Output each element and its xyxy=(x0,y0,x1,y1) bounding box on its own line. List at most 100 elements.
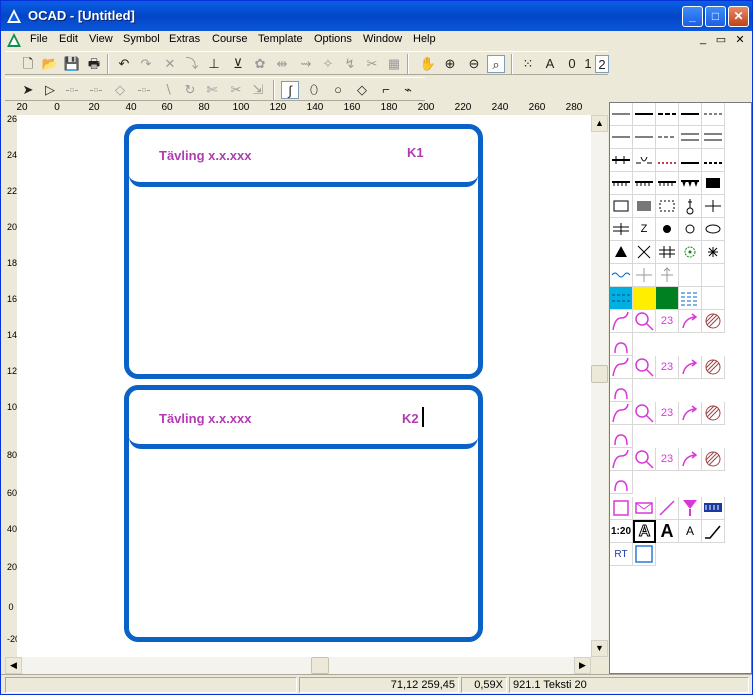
reverse-icon[interactable]: ↯ xyxy=(341,55,359,73)
cut-icon[interactable]: ✂ xyxy=(363,55,381,73)
stretch-icon[interactable]: ✿ xyxy=(251,55,269,73)
straight-mode-icon[interactable]: ⌐ xyxy=(377,81,395,99)
symbol-rectangle-icon[interactable] xyxy=(610,195,633,218)
symbol-z-icon[interactable]: Z xyxy=(633,218,656,241)
symbol-envelope-icon[interactable] xyxy=(633,497,656,520)
zoom-box-icon[interactable]: ⌕ xyxy=(487,55,505,73)
symbol-arrow-up-icon[interactable] xyxy=(656,264,679,287)
zoom-out-icon[interactable]: ⊖ xyxy=(465,55,483,73)
dash-point-icon[interactable]: ◇ xyxy=(111,81,129,99)
mdi-restore-button[interactable]: ▭ xyxy=(713,33,729,47)
delete-icon[interactable]: ✕ xyxy=(161,55,179,73)
course-forbidden-icon[interactable] xyxy=(702,310,725,333)
control-card-1[interactable]: Tävling x.x.xxx K1 xyxy=(124,124,483,379)
symbol-rt-label[interactable]: RT xyxy=(610,543,633,566)
course-start-icon[interactable] xyxy=(610,310,633,333)
symbol-cross-light-icon[interactable] xyxy=(633,264,656,287)
ellipse-mode-icon[interactable]: ⬯ xyxy=(305,81,323,99)
curve-mode-icon[interactable]: ∫ xyxy=(281,81,299,99)
course-control-icon[interactable] xyxy=(633,448,656,471)
symbol-marsh-icon[interactable] xyxy=(679,287,702,310)
menu-help[interactable]: Help xyxy=(413,33,436,45)
print-icon[interactable]: 🖶 xyxy=(85,55,103,73)
symbol-railway-icon[interactable] xyxy=(610,149,633,172)
menu-course[interactable]: Course xyxy=(212,33,247,45)
snap-grid-icon[interactable]: ⁙ xyxy=(519,55,537,73)
title-bar[interactable]: OCAD - [Untitled] _ □ ✕ xyxy=(1,1,752,31)
mdi-minimize-button[interactable]: _ xyxy=(695,33,711,47)
course-number-icon[interactable]: 23 xyxy=(656,310,679,333)
symbol-empty[interactable] xyxy=(702,264,725,287)
mdi-close-button[interactable]: ✕ xyxy=(732,33,748,47)
close-button[interactable]: ✕ xyxy=(728,6,749,27)
circle-mode-icon[interactable]: ○ xyxy=(329,81,347,99)
layer-2-button[interactable]: 2 xyxy=(595,55,609,73)
vertical-scrollbar[interactable]: ▲ ▼ xyxy=(591,115,608,657)
card-code[interactable]: K1 xyxy=(407,145,424,160)
scroll-down-icon[interactable]: ▼ xyxy=(591,640,608,657)
symbol-text-a-icon[interactable]: A xyxy=(679,520,702,543)
document-icon[interactable] xyxy=(6,32,22,48)
course-forbidden-icon[interactable] xyxy=(702,448,725,471)
course-number-icon[interactable]: 23 xyxy=(656,356,679,379)
cut-hole-icon[interactable]: ⤵ xyxy=(183,55,201,73)
symbol-cross-icon[interactable] xyxy=(702,195,725,218)
course-line-icon[interactable] xyxy=(679,356,702,379)
symbol-dotted-area-icon[interactable] xyxy=(656,195,679,218)
cut-object-icon[interactable]: ✂ xyxy=(227,81,245,99)
symbol-funnel-icon[interactable] xyxy=(679,497,702,520)
symbol-ring-icon[interactable] xyxy=(679,218,702,241)
symbol-cliff-icon[interactable] xyxy=(610,172,633,195)
symbol-frame-icon[interactable] xyxy=(610,497,633,520)
minimize-button[interactable]: _ xyxy=(682,6,703,27)
open-folder-icon[interactable]: 📂 xyxy=(41,55,59,73)
symbol-star-icon[interactable] xyxy=(702,241,725,264)
course-number-icon[interactable]: 23 xyxy=(656,402,679,425)
symbol-hatch-line-icon[interactable] xyxy=(656,149,679,172)
map-canvas[interactable]: Tävling x.x.xxx K1 Tävling x.x.xxx K2 xyxy=(17,115,591,657)
scroll-up-icon[interactable]: ▲ xyxy=(591,115,608,132)
delete-point-icon[interactable]: -▫- xyxy=(135,81,153,99)
redo-icon[interactable]: ↷ xyxy=(137,55,155,73)
new-file-icon[interactable]: 🗋 xyxy=(19,55,37,73)
course-finish-icon[interactable] xyxy=(610,379,633,402)
symbol-text-a-bold-icon[interactable]: A xyxy=(656,520,679,543)
course-start-icon[interactable] xyxy=(610,448,633,471)
symbol-empty[interactable] xyxy=(679,264,702,287)
menu-view[interactable]: View xyxy=(89,33,113,45)
symbol-line-icon[interactable] xyxy=(679,103,702,126)
freehand-mode-icon[interactable]: ⌁ xyxy=(399,81,417,99)
course-forbidden-icon[interactable] xyxy=(702,356,725,379)
course-control-icon[interactable] xyxy=(633,310,656,333)
symbol-triangle-icon[interactable] xyxy=(610,241,633,264)
scissors-icon[interactable]: ✄ xyxy=(203,81,221,99)
menu-window[interactable]: Window xyxy=(363,33,402,45)
symbol-x-icon[interactable] xyxy=(633,241,656,264)
symbol-cliff-icon[interactable] xyxy=(656,172,679,195)
symbol-line-icon[interactable] xyxy=(656,126,679,149)
course-forbidden-icon[interactable] xyxy=(702,402,725,425)
symbol-text-a-outline-icon[interactable]: A xyxy=(633,520,656,543)
symbol-scale-label[interactable]: 1:20 xyxy=(610,520,633,543)
text-anchor-icon[interactable]: A xyxy=(541,55,559,73)
card-title[interactable]: Tävling x.x.xxx xyxy=(159,148,252,163)
menu-extras[interactable]: Extras xyxy=(169,33,200,45)
symbol-cliff-icon[interactable] xyxy=(633,172,656,195)
menu-edit[interactable]: Edit xyxy=(59,33,78,45)
symbol-leader-line-icon[interactable] xyxy=(702,520,725,543)
symbol-hatched-area-icon[interactable] xyxy=(633,195,656,218)
save-icon[interactable]: 💾 xyxy=(63,55,81,73)
symbol-blue-frame-icon[interactable] xyxy=(633,543,656,566)
course-line-icon[interactable] xyxy=(679,310,702,333)
maximize-button[interactable]: □ xyxy=(705,6,726,27)
smooth-icon[interactable]: ✧ xyxy=(319,55,337,73)
symbol-line-icon[interactable] xyxy=(656,103,679,126)
rotate-icon[interactable]: ↻ xyxy=(181,81,199,99)
symbol-line-icon[interactable] xyxy=(702,103,725,126)
symbol-grid-mark-icon[interactable] xyxy=(656,241,679,264)
symbol-line-icon[interactable] xyxy=(610,103,633,126)
symbol-dashed-line-icon[interactable] xyxy=(702,149,725,172)
symbol-line-icon[interactable] xyxy=(633,103,656,126)
align-icon[interactable]: ⊻ xyxy=(229,55,247,73)
symbol-black-area-icon[interactable] xyxy=(702,172,725,195)
